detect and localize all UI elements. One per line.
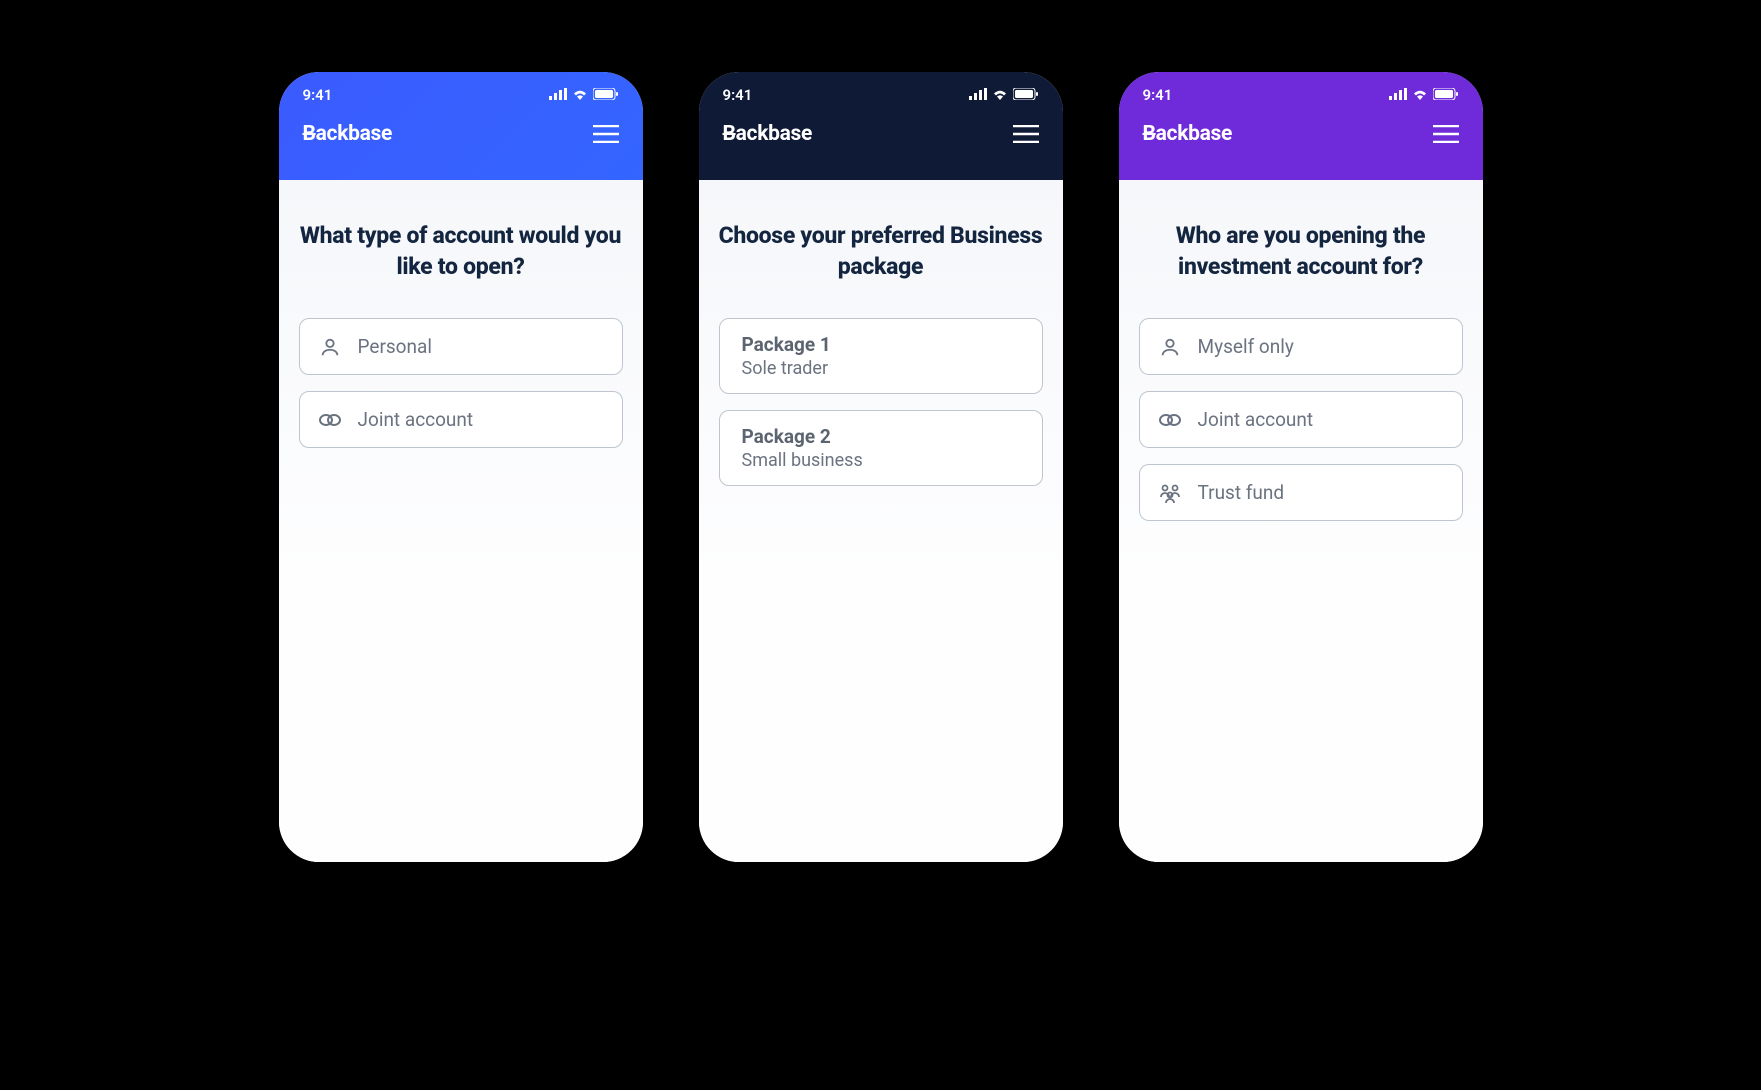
option-label: Joint account: [1198, 408, 1314, 431]
app-bar: Backbase: [1143, 122, 1459, 146]
user-icon: [318, 336, 342, 358]
link-icon: [1158, 409, 1182, 431]
brand-logo: Backbase: [303, 122, 393, 146]
wifi-icon: [1412, 86, 1428, 104]
screen-heading: Who are you opening the investment accou…: [1139, 220, 1463, 282]
option-joint-account[interactable]: Joint account: [1139, 391, 1463, 448]
option-subtitle: Sole trader: [742, 358, 1020, 379]
battery-icon: [1433, 86, 1459, 104]
status-icons: [1389, 86, 1459, 104]
status-time: 9:41: [723, 86, 753, 104]
option-trust-fund[interactable]: Trust fund: [1139, 464, 1463, 521]
group-icon: [1158, 482, 1182, 504]
user-icon: [1158, 336, 1182, 358]
menu-button[interactable]: [593, 125, 619, 143]
option-package-2[interactable]: Package 2 Small business: [719, 410, 1043, 486]
wifi-icon: [572, 86, 588, 104]
wifi-icon: [992, 86, 1008, 104]
option-joint-account[interactable]: Joint account: [299, 391, 623, 448]
status-bar: 9:41: [723, 86, 1039, 104]
option-personal[interactable]: Personal: [299, 318, 623, 375]
phone-screen-account-type: 9:41 Backbase What type of account would…: [279, 72, 643, 862]
option-label: Myself only: [1198, 335, 1294, 358]
link-icon: [318, 409, 342, 431]
option-title: Package 1: [742, 333, 1020, 356]
signal-icon: [1389, 86, 1407, 104]
screen-content: Who are you opening the investment accou…: [1119, 180, 1483, 862]
phone-screen-business-package: 9:41 Backbase Choose your preferred Busi…: [699, 72, 1063, 862]
status-icons: [969, 86, 1039, 104]
option-label: Personal: [358, 335, 432, 358]
option-label: Joint account: [358, 408, 474, 431]
menu-button[interactable]: [1013, 125, 1039, 143]
app-header: 9:41 Backbase: [279, 72, 643, 180]
screen-heading: What type of account would you like to o…: [299, 220, 623, 282]
screen-content: What type of account would you like to o…: [279, 180, 643, 862]
screen-heading: Choose your preferred Business package: [719, 220, 1043, 282]
option-subtitle: Small business: [742, 450, 1020, 471]
status-time: 9:41: [1143, 86, 1173, 104]
brand-logo: Backbase: [723, 122, 813, 146]
screen-content: Choose your preferred Business package P…: [699, 180, 1063, 862]
option-package-1[interactable]: Package 1 Sole trader: [719, 318, 1043, 394]
option-myself-only[interactable]: Myself only: [1139, 318, 1463, 375]
option-label: Trust fund: [1198, 481, 1285, 504]
phone-screen-investment-for: 9:41 Backbase Who are you opening the in…: [1119, 72, 1483, 862]
status-bar: 9:41: [1143, 86, 1459, 104]
signal-icon: [549, 86, 567, 104]
app-header: 9:41 Backbase: [1119, 72, 1483, 180]
signal-icon: [969, 86, 987, 104]
status-bar: 9:41: [303, 86, 619, 104]
battery-icon: [1013, 86, 1039, 104]
status-icons: [549, 86, 619, 104]
app-bar: Backbase: [303, 122, 619, 146]
app-bar: Backbase: [723, 122, 1039, 146]
brand-logo: Backbase: [1143, 122, 1233, 146]
app-header: 9:41 Backbase: [699, 72, 1063, 180]
menu-button[interactable]: [1433, 125, 1459, 143]
status-time: 9:41: [303, 86, 333, 104]
option-title: Package 2: [742, 425, 1020, 448]
battery-icon: [593, 86, 619, 104]
